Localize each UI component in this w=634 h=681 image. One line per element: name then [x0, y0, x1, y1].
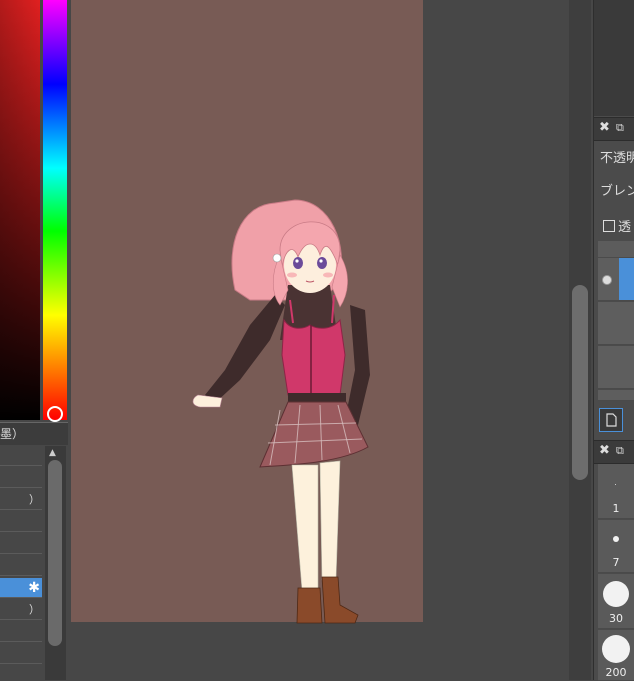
brush-panel-title: 墨）: [0, 427, 25, 441]
size-label: 30: [609, 612, 623, 625]
brush-list: ） ✱ ）: [0, 446, 44, 680]
anime-girl-illustration: [192, 199, 370, 624]
brush-panel-header: 墨）: [0, 422, 68, 445]
brush-size-30[interactable]: 30: [598, 574, 634, 629]
opacity-label: 不透明: [600, 151, 634, 166]
size-dot: [613, 536, 619, 542]
new-layer-button[interactable]: [599, 408, 623, 432]
lock-transparency-checkbox[interactable]: [603, 220, 615, 232]
hue-marker-handle[interactable]: [47, 406, 63, 422]
canvas-scroll-thumb[interactable]: [572, 285, 588, 480]
popout-icon[interactable]: ⧉: [616, 444, 624, 458]
layer-list-header: [598, 241, 634, 257]
popout-icon[interactable]: ⧉: [616, 121, 624, 135]
layer-row[interactable]: [598, 390, 634, 401]
navigator-preview: [594, 0, 634, 116]
close-icon[interactable]: ✖: [599, 443, 610, 458]
new-page-icon: [606, 413, 617, 427]
size-dot: [602, 635, 630, 663]
scroll-up-arrow-icon[interactable]: ▲: [49, 448, 56, 458]
brush-item[interactable]: [0, 446, 42, 466]
gear-icon[interactable]: ✱: [28, 578, 40, 598]
brush-item[interactable]: [0, 622, 42, 642]
color-picker-square[interactable]: [0, 0, 40, 420]
close-icon[interactable]: ✖: [599, 120, 610, 135]
size-label: 1: [612, 502, 620, 515]
brush-list-scroll-thumb[interactable]: [48, 460, 62, 646]
brush-item-selected[interactable]: ✱: [0, 578, 42, 598]
brush-item[interactable]: [0, 512, 42, 532]
brush-item[interactable]: [0, 468, 42, 488]
blend-mode-label[interactable]: ブレン: [600, 180, 634, 199]
size-dot: [603, 581, 629, 607]
lock-transparency-label: 透: [618, 220, 632, 235]
brush-size-200[interactable]: 200: [598, 630, 634, 681]
brush-size-1[interactable]: 1: [598, 464, 634, 519]
layer-row[interactable]: [598, 346, 634, 389]
brush-item[interactable]: [0, 534, 42, 554]
size-label: 7: [612, 556, 620, 569]
brush-size-panel-header: ✖ ⧉: [594, 440, 634, 464]
active-layer-highlight[interactable]: [619, 258, 634, 300]
brush-size-7[interactable]: 7: [598, 520, 634, 573]
brush-item[interactable]: ）: [0, 600, 42, 620]
brush-item[interactable]: [0, 644, 42, 664]
layer-panel-header: ✖ ⧉: [594, 117, 634, 141]
brush-item[interactable]: [0, 556, 42, 576]
visibility-eye-icon[interactable]: [602, 275, 612, 285]
layer-row[interactable]: [598, 302, 634, 345]
size-label: 200: [605, 666, 627, 679]
size-dot: [615, 484, 616, 485]
brush-item[interactable]: ）: [0, 490, 42, 510]
hue-slider[interactable]: [43, 0, 67, 420]
